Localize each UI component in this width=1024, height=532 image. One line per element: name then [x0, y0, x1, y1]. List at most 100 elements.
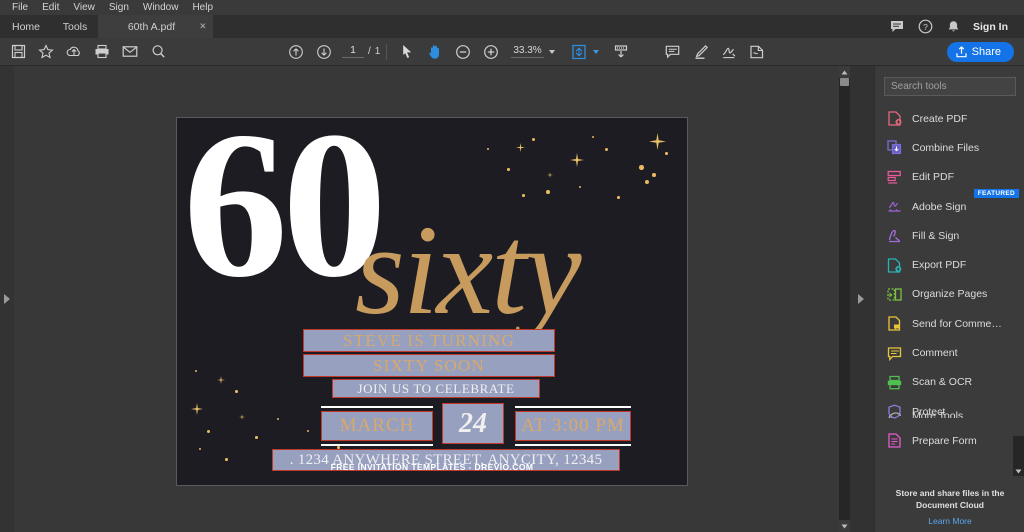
sparkle [617, 196, 620, 199]
tool-label: Scan & OCR [912, 376, 973, 389]
tool-comment[interactable]: Comment [875, 338, 1024, 367]
tab-home-label: Home [12, 20, 41, 33]
decor-rule-bottom-left [321, 444, 433, 446]
hand-tool-icon[interactable] [421, 38, 449, 66]
comment-icon[interactable] [659, 38, 687, 66]
sparkle [652, 173, 656, 177]
current-page-input[interactable]: 1 [342, 45, 364, 58]
menu-help[interactable]: Help [185, 0, 220, 15]
bell-icon[interactable] [939, 15, 967, 38]
tool-adobe-sign[interactable]: Adobe Sign FEATURED [875, 188, 1024, 221]
page-navigation: 1 / 1 [342, 45, 380, 58]
more-tools-icon [887, 409, 902, 418]
tool-label: Organize Pages [912, 288, 988, 301]
sign-in-button[interactable]: Sign In [967, 21, 1016, 33]
sparkle [639, 165, 644, 170]
document-viewport[interactable]: 60 sixty STEVE IS TURNING SIXTY SOON JOI… [14, 66, 864, 532]
sparkle [665, 152, 668, 155]
tool-create-pdf[interactable]: Create PDF [875, 104, 1024, 133]
close-icon[interactable]: × [200, 21, 206, 32]
tool-fill-and-sign[interactable]: Fill & Sign [875, 221, 1024, 250]
tool-organize-pages[interactable]: Organize Pages [875, 280, 1024, 309]
document-scrollbar[interactable] [839, 66, 850, 532]
tool-label: Export PDF [912, 259, 967, 272]
form-field-time[interactable]: AT 3:00 PM [515, 411, 631, 441]
sparkle [191, 403, 203, 415]
tab-home[interactable]: Home [0, 15, 52, 38]
tool-send-for-comments[interactable]: Send for Comme… [875, 309, 1024, 338]
template-credit: FREE INVITATION TEMPLATES - DREVIO.COM [330, 462, 534, 472]
star-icon[interactable] [32, 38, 60, 66]
headline-script-word: sixty [355, 199, 582, 341]
fit-page-chevron-icon[interactable] [592, 49, 599, 54]
menu-edit[interactable]: Edit [35, 0, 66, 15]
tool-prepare-form[interactable]: Prepare Form [875, 426, 1024, 455]
zoom-out-icon[interactable] [449, 38, 477, 66]
tool-more-tools[interactable]: More Tools [875, 404, 1024, 418]
pdf-page[interactable]: 60 sixty STEVE IS TURNING SIXTY SOON JOI… [176, 117, 688, 486]
chat-icon[interactable] [883, 15, 911, 38]
highlight-pen-icon[interactable] [687, 38, 715, 66]
stamp-icon[interactable] [743, 38, 771, 66]
scan-ocr-icon [887, 375, 902, 390]
page-up-icon[interactable] [282, 38, 310, 66]
share-upload-icon [956, 45, 967, 57]
collapse-right-panel-icon[interactable] [858, 294, 864, 304]
scroll-up-icon[interactable] [839, 66, 850, 78]
chevron-down-icon[interactable] [548, 49, 555, 54]
scroll-down-icon[interactable] [839, 520, 850, 532]
form-field-join-us[interactable]: JOIN US TO CELEBRATE [332, 379, 540, 398]
page-down-icon[interactable] [310, 38, 338, 66]
cloud-upload-icon[interactable] [60, 38, 88, 66]
edit-pdf-icon [887, 170, 902, 185]
scroll-mode-icon[interactable] [607, 38, 635, 66]
menu-window[interactable]: Window [136, 0, 186, 15]
form-field-month[interactable]: MARCH [321, 411, 433, 441]
fit-page-icon[interactable] [565, 38, 593, 66]
learn-more-link[interactable]: Learn More [875, 516, 1024, 526]
menu-view[interactable]: View [66, 0, 102, 15]
save-icon[interactable] [4, 38, 32, 66]
signature-icon[interactable] [715, 38, 743, 66]
sparkle [516, 143, 525, 152]
zoom-control[interactable]: 33.3% [511, 45, 555, 58]
menu-sign[interactable]: Sign [102, 0, 136, 15]
sparkle [217, 376, 225, 384]
tab-tools-label: Tools [62, 20, 88, 33]
form-field-day[interactable]: 24 [442, 403, 504, 444]
tools-panel-scroll-down[interactable] [1013, 436, 1024, 476]
tool-label: Create PDF [912, 112, 968, 125]
sparkle [532, 138, 535, 141]
tab-tools[interactable]: Tools [52, 15, 98, 38]
sparkle [579, 186, 581, 188]
print-icon[interactable] [88, 38, 116, 66]
send-for-comments-icon [887, 316, 902, 331]
zoom-in-icon[interactable] [477, 38, 505, 66]
expand-left-panel-icon[interactable] [4, 294, 10, 304]
tool-label: Adobe Sign [912, 200, 967, 213]
sparkle [649, 133, 666, 150]
email-icon[interactable] [116, 38, 144, 66]
zoom-level-value[interactable]: 33.3% [511, 45, 544, 58]
tool-edit-pdf[interactable]: Edit PDF [875, 163, 1024, 192]
form-field-turning[interactable]: STEVE IS TURNING [303, 329, 555, 352]
scrollbar-track[interactable] [839, 78, 850, 520]
tool-label: Edit PDF [912, 171, 955, 184]
tool-export-pdf[interactable]: Export PDF [875, 250, 1024, 279]
help-icon[interactable]: ? [911, 15, 939, 38]
search-icon[interactable] [144, 38, 172, 66]
tool-label: Combine Files [912, 141, 980, 154]
menu-file[interactable]: File [5, 0, 35, 15]
scrollbar-thumb[interactable] [840, 78, 849, 86]
tools-panel: Create PDF Combine Files [874, 66, 1024, 532]
share-button[interactable]: Share [946, 41, 1014, 62]
tool-combine-files[interactable]: Combine Files [875, 133, 1024, 162]
sparkle [546, 190, 550, 194]
cursor-select-icon[interactable] [393, 38, 421, 66]
form-field-sixty-soon[interactable]: SIXTY SOON [303, 354, 555, 377]
decor-rule-top-right [515, 406, 631, 408]
search-tools-input[interactable] [884, 77, 1016, 96]
document-cloud-promo: Store and share files in the Document Cl… [875, 487, 1024, 526]
tab-document[interactable]: 60th A.pdf × [98, 15, 213, 38]
tool-scan-ocr[interactable]: Scan & OCR [875, 368, 1024, 397]
